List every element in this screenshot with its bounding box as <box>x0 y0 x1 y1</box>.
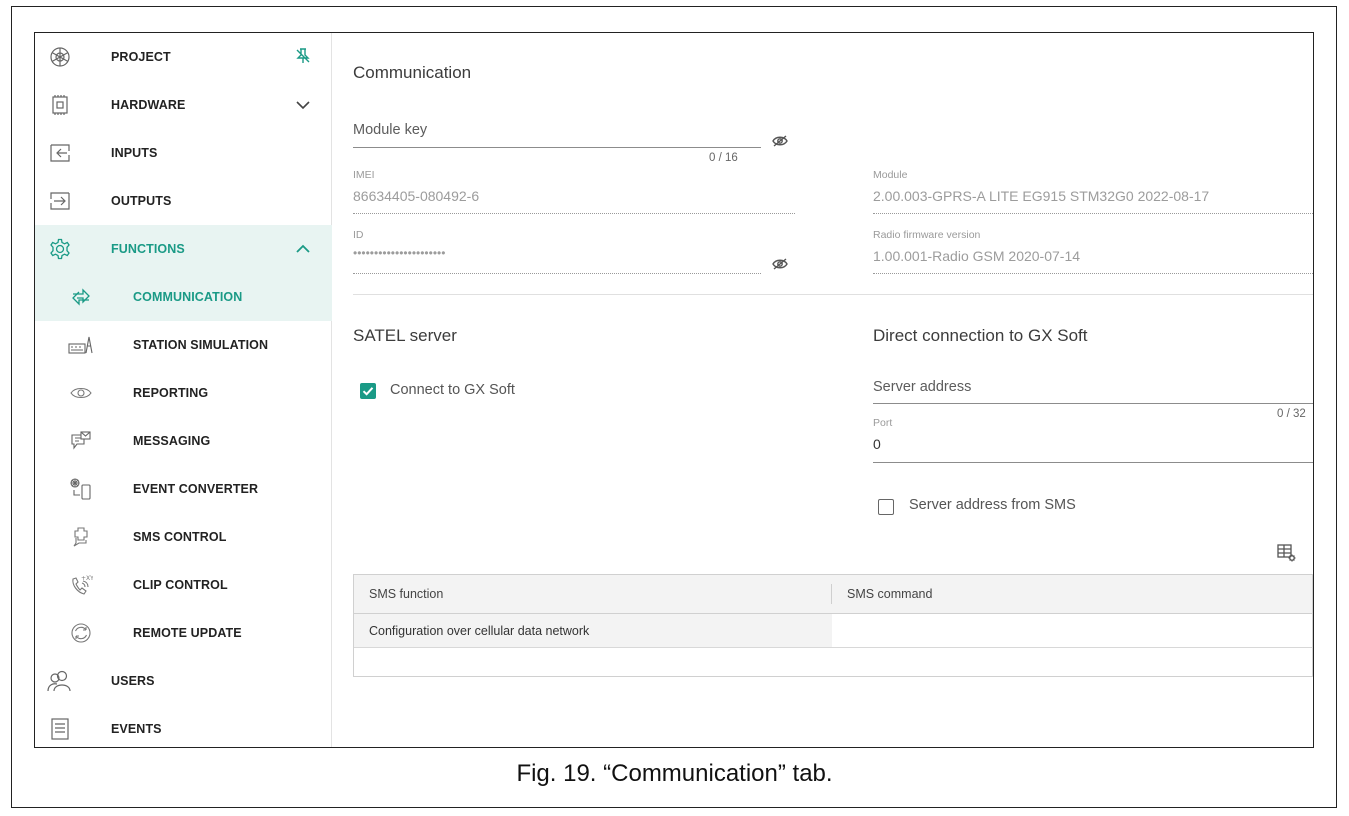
sidebar-item-label: EVENTS <box>111 722 162 736</box>
sms-control-icon <box>68 524 94 550</box>
sidebar-item-inputs[interactable]: INPUTS <box>35 129 332 177</box>
sms-table: SMS function SMS command Configuration o… <box>353 574 1313 677</box>
clip-control-icon: +XYZ <box>68 572 94 598</box>
sidebar-item-functions[interactable]: FUNCTIONS <box>35 225 332 273</box>
module-underline <box>873 213 1313 214</box>
id-value: •••••••••••••••••••••• <box>353 246 446 260</box>
radio-firmware-value: 1.00.001-Radio GSM 2020-07-14 <box>873 248 1081 264</box>
satel-server-title: SATEL server <box>353 326 457 345</box>
pin-icon[interactable] <box>296 47 310 67</box>
module-key-counter: 0 / 16 <box>709 152 738 164</box>
figure-caption: Fig. 19. “Communication” tab. <box>516 760 833 787</box>
sidebar-item-users[interactable]: USERS <box>35 657 332 705</box>
column-header-sms-function[interactable]: SMS function <box>369 587 443 601</box>
column-header-sms-command[interactable]: SMS command <box>847 587 932 601</box>
outputs-icon <box>47 188 73 214</box>
radio-firmware-label: Radio firmware version <box>873 229 981 241</box>
sidebar-item-clip-control[interactable]: +XYZ CLIP CONTROL <box>35 561 332 609</box>
sidebar: PROJECT HARDWARE INPUTS OUTPUTS FUNCTION… <box>35 33 332 747</box>
chevron-down-icon[interactable] <box>296 97 310 113</box>
app-window: PROJECT HARDWARE INPUTS OUTPUTS FUNCTION… <box>34 32 1314 748</box>
remote-update-icon <box>68 620 94 646</box>
sidebar-item-outputs[interactable]: OUTPUTS <box>35 177 332 225</box>
port-label: Port <box>873 417 893 429</box>
events-icon <box>47 716 73 742</box>
section-divider <box>353 294 1313 295</box>
table-row-empty <box>354 648 1312 676</box>
module-label: Module <box>873 169 908 181</box>
sidebar-item-event-converter[interactable]: EVENT CONVERTER <box>35 465 332 513</box>
radio-firmware-underline <box>873 273 1313 274</box>
messaging-icon <box>68 428 94 454</box>
users-icon <box>47 668 73 694</box>
table-row[interactable]: Configuration over cellular data network <box>354 614 1312 648</box>
table-header: SMS function SMS command <box>354 575 1312 614</box>
port-value: 0 <box>873 436 881 452</box>
project-icon <box>47 44 73 70</box>
communication-icon <box>68 284 94 310</box>
hardware-icon <box>47 92 73 118</box>
inputs-icon <box>47 140 73 166</box>
visibility-off-icon[interactable] <box>772 134 788 147</box>
sidebar-item-label: STATION SIMULATION <box>133 338 269 352</box>
sidebar-item-label: FUNCTIONS <box>111 242 185 256</box>
sidebar-item-hardware[interactable]: HARDWARE <box>35 81 332 129</box>
server-address-from-sms-label: Server address from SMS <box>909 497 1076 513</box>
sidebar-item-project[interactable]: PROJECT <box>35 33 332 81</box>
imei-underline <box>353 213 795 214</box>
port-underline <box>873 462 1313 463</box>
server-address-placeholder: Server address <box>873 379 972 395</box>
sidebar-item-reporting[interactable]: REPORTING <box>35 369 332 417</box>
column-separator <box>831 584 832 604</box>
server-address-counter: 0 / 32 <box>1277 408 1306 420</box>
connect-to-gx-soft-label: Connect to GX Soft <box>390 382 515 398</box>
sidebar-item-label: EVENT CONVERTER <box>133 482 259 496</box>
checkbox-unchecked[interactable] <box>878 499 894 515</box>
svg-text:+XYZ: +XYZ <box>81 575 93 582</box>
sidebar-item-label: REMOTE UPDATE <box>133 626 242 640</box>
table-cell-function-text: Configuration over cellular data network <box>369 624 590 638</box>
module-key-placeholder: Module key <box>353 122 428 138</box>
sidebar-item-messaging[interactable]: MESSAGING <box>35 417 332 465</box>
functions-gear-icon <box>47 236 73 262</box>
id-underline <box>353 273 761 274</box>
sidebar-item-label: PROJECT <box>111 50 171 64</box>
sidebar-item-label: USERS <box>111 674 155 688</box>
sidebar-item-label: OUTPUTS <box>111 194 172 208</box>
chevron-up-icon[interactable] <box>296 241 310 257</box>
sidebar-item-communication[interactable]: COMMUNICATION <box>35 273 332 321</box>
sidebar-item-label: COMMUNICATION <box>133 290 243 304</box>
id-label: ID <box>353 229 364 241</box>
station-simulation-icon <box>68 332 94 358</box>
sidebar-item-label: INPUTS <box>111 146 158 160</box>
sidebar-item-label: HARDWARE <box>111 98 186 112</box>
sidebar-item-label: CLIP CONTROL <box>133 578 228 592</box>
server-address-underline <box>873 403 1313 404</box>
sidebar-item-remote-update[interactable]: REMOTE UPDATE <box>35 609 332 657</box>
module-value: 2.00.003-GPRS-A LITE EG915 STM32G0 2022-… <box>873 188 1210 204</box>
module-key-underline <box>353 147 761 148</box>
table-settings-icon[interactable] <box>1277 543 1297 563</box>
main-content: Communication Module key 0 / 16 IMEI 866… <box>333 33 1313 747</box>
page-title: Communication <box>353 63 472 82</box>
checkbox-checked[interactable] <box>360 383 376 399</box>
event-converter-icon <box>68 476 94 502</box>
direct-connection-title: Direct connection to GX Soft <box>873 326 1088 345</box>
sidebar-item-label: REPORTING <box>133 386 209 400</box>
sidebar-item-station-simulation[interactable]: STATION SIMULATION <box>35 321 332 369</box>
sidebar-item-label: MESSAGING <box>133 434 211 448</box>
imei-label: IMEI <box>353 169 375 181</box>
visibility-off-icon[interactable] <box>772 257 788 270</box>
reporting-eye-icon <box>68 380 94 406</box>
imei-value: 86634405-080492-6 <box>353 188 480 204</box>
sidebar-item-sms-control[interactable]: SMS CONTROL <box>35 513 332 561</box>
sidebar-item-events[interactable]: EVENTS <box>35 705 332 747</box>
sidebar-item-label: SMS CONTROL <box>133 530 227 544</box>
